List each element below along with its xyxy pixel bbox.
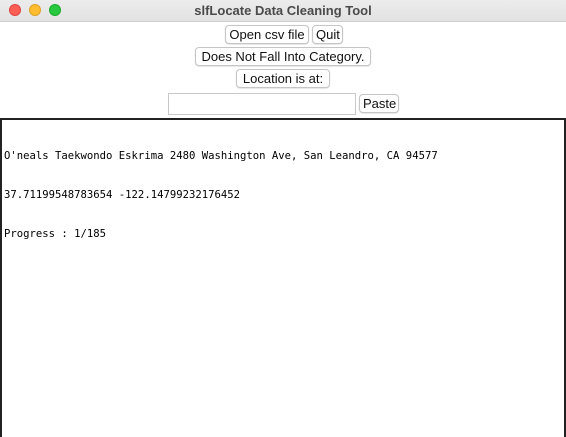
title-bar: slfLocate Data Cleaning Tool [0, 0, 566, 22]
location-input[interactable] [168, 93, 356, 115]
quit-button[interactable]: Quit [312, 25, 343, 44]
output-text-area[interactable]: O'neals Taekwondo Eskrima 2480 Washingto… [0, 118, 566, 437]
output-line-progress: Progress : 1/185 [4, 228, 107, 240]
output-line-business: O'neals Taekwondo Eskrima 2480 Washingto… [4, 150, 438, 162]
location-button[interactable]: Location is at: [236, 69, 330, 88]
output-line-coordinates: 37.71199548783654 -122.14799232176452 [4, 189, 240, 201]
window-title: slfLocate Data Cleaning Tool [194, 3, 372, 18]
app-window: slfLocate Data Cleaning Tool Open csv fi… [0, 0, 566, 437]
open-csv-button[interactable]: Open csv file [225, 25, 309, 44]
paste-button[interactable]: Paste [359, 94, 399, 113]
not-in-category-button[interactable]: Does Not Fall Into Category. [195, 47, 371, 66]
